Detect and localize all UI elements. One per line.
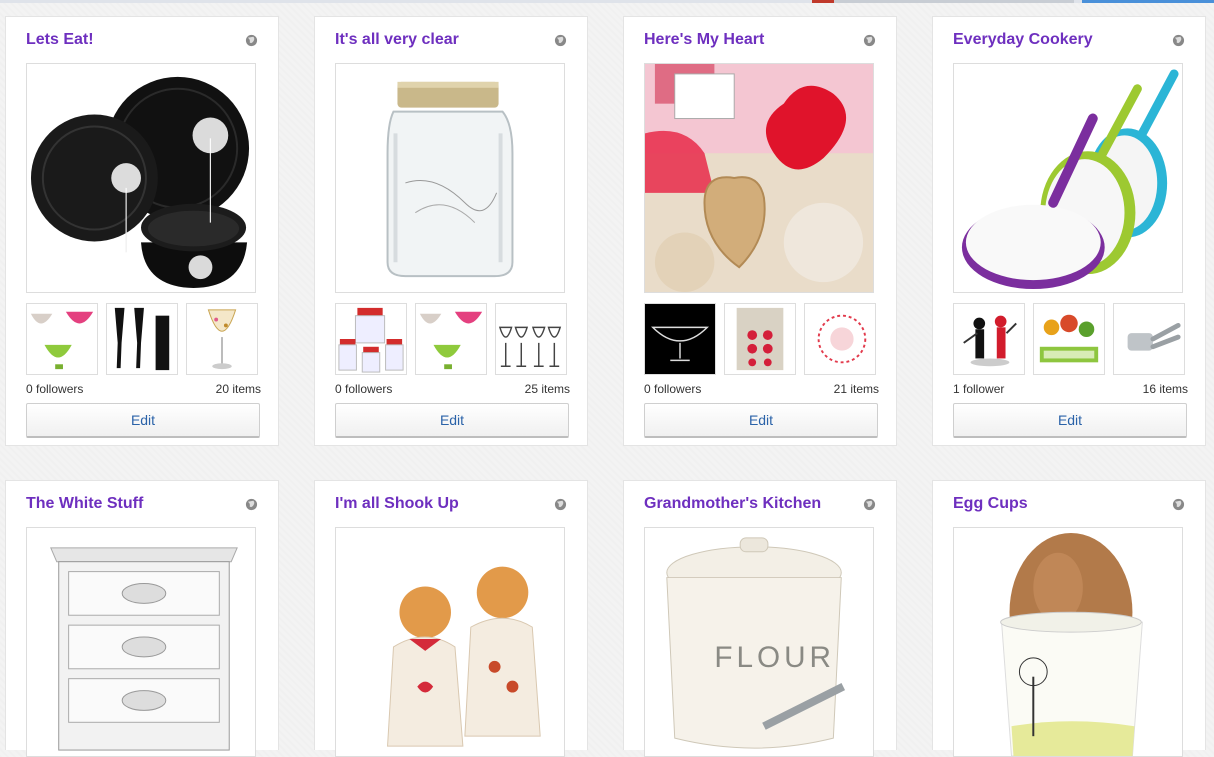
- cover-image-gingerbread-shakers[interactable]: [335, 527, 565, 757]
- board-card: Lets Eat! 0 followers 20 items Edit: [5, 16, 279, 446]
- board-card: I'm all Shook Up: [314, 480, 588, 757]
- globe-icon: [863, 498, 876, 511]
- cover-image-heart-cookie[interactable]: [644, 63, 874, 293]
- item-count: 25 items: [524, 382, 570, 396]
- thumb-wire-bowl[interactable]: [644, 303, 716, 375]
- globe-icon: [1172, 34, 1185, 47]
- board-meta: 0 followers 25 items: [335, 382, 570, 396]
- cover-image-white-drawers[interactable]: [26, 527, 256, 757]
- edit-button[interactable]: Edit: [26, 403, 260, 438]
- globe-icon: [863, 34, 876, 47]
- thumb-knife-block[interactable]: [953, 303, 1025, 375]
- board-card: Here's My Heart 0 followers 21 items Edi…: [623, 16, 897, 446]
- cover-image-glass-jar[interactable]: [335, 63, 565, 293]
- globe-icon: [554, 34, 567, 47]
- top-strip-blue: [1082, 0, 1214, 3]
- thumb-heart-picks[interactable]: [804, 303, 876, 375]
- thumb-wine-glasses[interactable]: [495, 303, 567, 375]
- edit-button[interactable]: Edit: [953, 403, 1187, 438]
- board-card: It's all very clear 0 followers 25 items…: [314, 16, 588, 446]
- top-strip-red: [812, 0, 834, 3]
- item-count: 21 items: [833, 382, 879, 396]
- svg-text:FLOUR: FLOUR: [714, 641, 835, 674]
- follower-count: 0 followers: [335, 382, 393, 396]
- board-title[interactable]: Here's My Heart: [644, 31, 854, 49]
- top-strip-gray: [834, 0, 1074, 3]
- follower-count: 0 followers: [26, 382, 84, 396]
- board-meta: 0 followers 20 items: [26, 382, 261, 396]
- globe-icon: [1172, 498, 1185, 511]
- cover-image-flour-canister[interactable]: FLOUR: [644, 527, 874, 757]
- edit-button[interactable]: Edit: [644, 403, 878, 438]
- item-count: 20 items: [215, 382, 261, 396]
- item-count: 16 items: [1142, 382, 1188, 396]
- board-title[interactable]: I'm all Shook Up: [335, 495, 545, 513]
- board-card: Grandmother's Kitchen FLOUR: [623, 480, 897, 757]
- thumb-black-flutes[interactable]: [106, 303, 178, 375]
- board-meta: 0 followers 21 items: [644, 382, 879, 396]
- edit-button[interactable]: Edit: [335, 403, 569, 438]
- board-card: Egg Cups: [932, 480, 1206, 757]
- thumb-gold-wine-glass[interactable]: [186, 303, 258, 375]
- thumb-red-lid-jars[interactable]: [335, 303, 407, 375]
- board-meta: 1 follower 16 items: [953, 382, 1188, 396]
- cover-image-egg-cup[interactable]: [953, 527, 1183, 757]
- board-title[interactable]: The White Stuff: [26, 495, 236, 513]
- thumb-veg-slicer[interactable]: [1033, 303, 1105, 375]
- globe-icon: [245, 498, 258, 511]
- thumb-heart-buttons[interactable]: [724, 303, 796, 375]
- board-card: Everyday Cookery 1 follower 16 items Edi…: [932, 16, 1206, 446]
- board-title[interactable]: Egg Cups: [953, 495, 1163, 513]
- follower-count: 1 follower: [953, 382, 1005, 396]
- thumb-glass-bowls[interactable]: [26, 303, 98, 375]
- board-title[interactable]: Grandmother's Kitchen: [644, 495, 854, 513]
- globe-icon: [554, 498, 567, 511]
- board-title[interactable]: Everyday Cookery: [953, 31, 1163, 49]
- cover-image-dinnerware[interactable]: [26, 63, 256, 293]
- board-card: The White Stuff: [5, 480, 279, 757]
- cover-image-frying-pans[interactable]: [953, 63, 1183, 293]
- globe-icon: [245, 34, 258, 47]
- thumb-garlic-press[interactable]: [1113, 303, 1185, 375]
- browser-top-strip: [0, 0, 1214, 3]
- board-title[interactable]: It's all very clear: [335, 31, 545, 49]
- follower-count: 0 followers: [644, 382, 702, 396]
- thumb-glass-bowls[interactable]: [415, 303, 487, 375]
- board-title[interactable]: Lets Eat!: [26, 31, 236, 49]
